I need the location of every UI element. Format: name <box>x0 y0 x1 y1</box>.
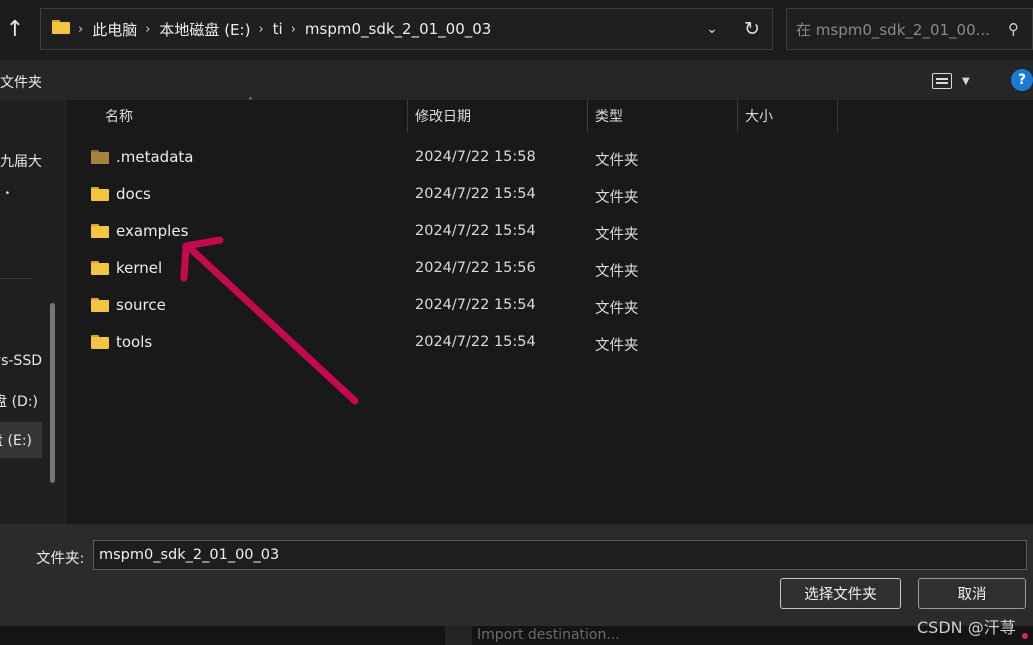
chevron-right-icon: › <box>258 21 264 37</box>
column-divider[interactable] <box>587 100 588 132</box>
nav-item-label: • <box>4 189 10 199</box>
file-name: .metadata <box>116 148 194 166</box>
background-window: Import destination... <box>0 626 1033 645</box>
navigation-pane: 第九届大 • Windows-SSD 本地磁盘 (D:) 本地磁盘 (E:) <box>0 100 66 524</box>
column-header-size[interactable]: 大小 <box>745 100 773 132</box>
column-divider[interactable] <box>407 100 408 132</box>
file-name: source <box>116 296 166 314</box>
list-item[interactable]: tools 2024/7/22 15:54 文件夹 <box>67 324 837 361</box>
watermark-dot <box>1022 633 1028 639</box>
folder-field-label: 文件夹: <box>36 551 85 567</box>
address-bar[interactable]: › 此电脑 › 本地磁盘 (E:) › ti › mspm0_sdk_2_01_… <box>40 8 773 50</box>
file-name: kernel <box>116 259 163 277</box>
folder-icon <box>91 187 109 205</box>
column-header-label: 类型 <box>595 109 623 125</box>
breadcrumb-drive-e[interactable]: 本地磁盘 (E:) <box>159 19 250 40</box>
file-type: 文件夹 <box>595 190 639 206</box>
column-header-date[interactable]: 修改日期 <box>415 100 471 132</box>
file-date: 2024/7/22 15:56 <box>415 260 536 276</box>
file-date: 2024/7/22 15:54 <box>415 223 536 239</box>
nav-item-label: 第九届大 <box>0 154 42 170</box>
list-item[interactable]: source 2024/7/22 15:54 文件夹 <box>67 287 837 324</box>
folder-icon <box>91 150 109 168</box>
refresh-icon[interactable]: ↻ <box>732 18 772 40</box>
column-header-label: 名称 <box>105 109 133 125</box>
list-item[interactable]: docs 2024/7/22 15:54 文件夹 <box>67 176 837 213</box>
breadcrumb-ti[interactable]: ti <box>273 20 283 38</box>
watermark: CSDN @汗荨 <box>917 618 1016 637</box>
chevron-right-icon: › <box>145 21 151 37</box>
file-date: 2024/7/22 15:54 <box>415 186 536 202</box>
column-divider[interactable] <box>837 100 838 132</box>
file-name: examples <box>116 222 189 240</box>
column-header-label: 大小 <box>745 109 773 125</box>
folder-icon <box>91 261 109 279</box>
nav-item-folder[interactable]: 第九届大 <box>0 143 60 179</box>
nav-item-windows-ssd[interactable]: Windows-SSD <box>0 343 42 379</box>
file-date: 2024/7/22 15:58 <box>415 149 536 165</box>
file-type: 文件夹 <box>595 338 639 354</box>
command-bar: 新建文件夹 ▼ ? <box>0 60 1033 100</box>
list-view-icon <box>932 73 952 89</box>
file-name: docs <box>116 185 151 203</box>
caret-down-icon: ▼ <box>962 75 970 87</box>
folder-icon <box>91 224 109 242</box>
column-divider[interactable] <box>737 100 738 132</box>
new-folder-button[interactable]: 新建文件夹 <box>0 72 42 92</box>
nav-scrollbar[interactable] <box>50 303 55 483</box>
column-header-type[interactable]: 类型 <box>595 100 623 132</box>
new-folder-label: 新建文件夹 <box>0 75 42 91</box>
dialog-footer: 文件夹: mspm0_sdk_2_01_00_03 选择文件夹 取消 <box>0 524 1033 626</box>
search-icon: ⚲ <box>1008 20 1019 38</box>
search-placeholder: 在 mspm0_sdk_2_01_00... <box>796 20 990 39</box>
up-arrow-icon[interactable]: ↑ <box>0 12 30 46</box>
nav-item-quick[interactable]: • <box>0 176 10 212</box>
breadcrumb-this-pc[interactable]: 此电脑 <box>92 19 137 40</box>
folder-icon <box>91 298 109 316</box>
select-folder-button[interactable]: 选择文件夹 <box>780 578 901 609</box>
nav-item-label: 本地磁盘 (D:) <box>0 394 38 410</box>
file-date: 2024/7/22 15:54 <box>415 334 536 350</box>
import-destination-placeholder: Import destination... <box>477 627 620 643</box>
nav-item-label: 本地磁盘 (E:) <box>0 433 32 449</box>
file-type: 文件夹 <box>595 153 639 169</box>
background-panel <box>445 626 472 645</box>
address-toolbar: ↑ › 此电脑 › 本地磁盘 (E:) › ti › mspm0_sdk_2_0… <box>0 0 1033 60</box>
list-item[interactable]: examples 2024/7/22 15:54 文件夹 <box>67 213 837 250</box>
file-name: tools <box>116 333 153 351</box>
chevron-down-icon[interactable]: ⌄ <box>692 21 732 37</box>
nav-item-label: Windows-SSD <box>0 353 42 369</box>
chevron-right-icon: › <box>78 21 84 37</box>
folder-name-input[interactable]: mspm0_sdk_2_01_00_03 <box>93 540 1027 570</box>
nav-divider <box>0 278 32 279</box>
folder-icon <box>91 335 109 353</box>
breadcrumb-sdk[interactable]: mspm0_sdk_2_01_00_03 <box>305 20 491 38</box>
file-type: 文件夹 <box>595 301 639 317</box>
help-icon[interactable]: ? <box>1011 69 1033 91</box>
sort-ascending-icon: ˄ <box>248 97 253 108</box>
file-date: 2024/7/22 15:54 <box>415 297 536 313</box>
nav-item-drive-e[interactable]: 本地磁盘 (E:) <box>0 422 42 458</box>
chevron-right-icon: › <box>290 21 296 37</box>
search-input[interactable]: 在 mspm0_sdk_2_01_00... ⚲ <box>786 8 1033 50</box>
cancel-button[interactable]: 取消 <box>918 578 1026 609</box>
list-item[interactable]: .metadata 2024/7/22 15:58 文件夹 <box>67 139 837 176</box>
list-item[interactable]: kernel 2024/7/22 15:56 文件夹 <box>67 250 837 287</box>
column-header-name[interactable]: 名称 <box>105 100 133 132</box>
file-type: 文件夹 <box>595 227 639 243</box>
file-list: ˄ 名称 修改日期 类型 大小 .metadata 2024/7/22 15:5… <box>67 97 1033 524</box>
file-type: 文件夹 <box>595 264 639 280</box>
view-options-button[interactable]: ▼ <box>932 69 976 93</box>
nav-item-drive-d[interactable]: 本地磁盘 (D:) <box>0 383 38 419</box>
folder-icon <box>52 20 70 38</box>
column-header-label: 修改日期 <box>415 109 471 125</box>
